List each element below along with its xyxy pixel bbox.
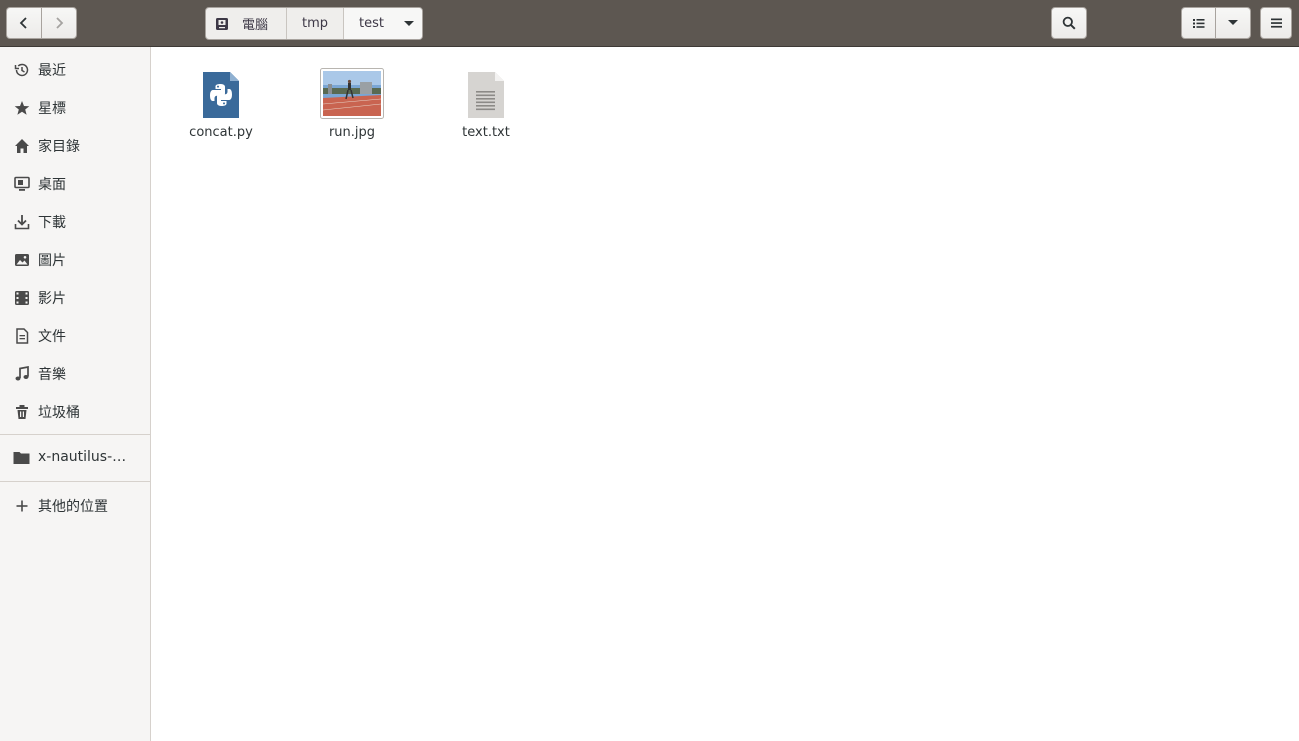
sidebar-item-label: 下載 — [38, 215, 66, 231]
documents-icon — [13, 328, 30, 345]
sidebar-item-other-locations[interactable]: 其他的位置 — [0, 487, 150, 525]
text-file-icon — [468, 72, 504, 118]
sidebar-item-label: 垃圾桶 — [38, 405, 80, 421]
sidebar-item-label: 圖片 — [38, 253, 66, 269]
caret-down-icon — [1228, 20, 1238, 25]
folder-icon — [13, 449, 30, 466]
plus-icon — [13, 498, 30, 515]
path-crumb-tmp[interactable]: tmp — [287, 8, 344, 39]
sidebar-item-music[interactable]: 音樂 — [0, 355, 150, 393]
sidebar-item-label: 桌面 — [38, 177, 66, 193]
sidebar-item-bookmark[interactable]: x-nautilus-de… — [0, 438, 150, 476]
sidebar-item-trash[interactable]: 垃圾桶 — [0, 393, 150, 431]
chevron-left-icon — [19, 17, 27, 29]
sidebar-item-label: 音樂 — [38, 367, 66, 383]
sidebar-item-home[interactable]: 家目錄 — [0, 127, 150, 165]
path-crumb-label: test — [359, 16, 384, 31]
sidebar-item-videos[interactable]: 影片 — [0, 279, 150, 317]
sidebar-item-label: x-nautilus-de… — [38, 449, 133, 465]
file-name: run.jpg — [328, 125, 376, 140]
file-view: concat.py run.jpg text.txt — [151, 47, 1299, 741]
path-crumb-computer[interactable]: 電腦 — [206, 8, 287, 39]
sidebar-item-starred[interactable]: 星標 — [0, 89, 150, 127]
sidebar-item-desktop[interactable]: 桌面 — [0, 165, 150, 203]
sidebar-item-downloads[interactable]: 下載 — [0, 203, 150, 241]
sidebar-separator — [0, 434, 150, 435]
star-icon — [13, 100, 30, 117]
sidebar-item-label: 文件 — [38, 329, 66, 345]
sidebar-item-label: 星標 — [38, 101, 66, 117]
search-icon — [1062, 16, 1076, 30]
path-bar: 電腦 tmp test — [205, 7, 423, 40]
computer-icon — [216, 17, 228, 30]
download-icon — [13, 214, 30, 231]
file-item-text-txt[interactable]: text.txt — [431, 65, 541, 140]
list-view-icon — [1192, 18, 1204, 28]
sidebar-item-label: 最近 — [38, 63, 66, 79]
file-item-run-jpg[interactable]: run.jpg — [297, 65, 407, 140]
recent-icon — [13, 62, 30, 79]
trash-icon — [13, 404, 30, 421]
forward-button[interactable] — [41, 7, 77, 39]
path-crumb-label: tmp — [301, 16, 328, 31]
desktop-icon — [13, 176, 30, 193]
python-file-icon — [203, 72, 239, 118]
sidebar-item-label: 家目錄 — [38, 139, 80, 155]
file-name: concat.py — [189, 125, 253, 140]
sidebar-item-recent[interactable]: 最近 — [0, 51, 150, 89]
menu-button[interactable] — [1260, 7, 1292, 39]
image-thumbnail — [320, 68, 384, 119]
hamburger-icon — [1270, 18, 1282, 28]
chevron-right-icon — [56, 17, 64, 29]
videos-icon — [13, 290, 30, 307]
search-button[interactable] — [1051, 7, 1087, 39]
path-crumb-label: 電腦 — [242, 18, 269, 33]
sidebar: 最近 星標 家目錄 桌面 下載 圖片 影片 文件 音樂 垃圾桶 x-nautil… — [0, 47, 151, 741]
music-icon — [13, 366, 30, 383]
sidebar-item-label: 影片 — [38, 291, 66, 307]
sidebar-item-pictures[interactable]: 圖片 — [0, 241, 150, 279]
file-item-concat-py[interactable]: concat.py — [166, 65, 276, 140]
header-bar: 電腦 tmp test — [0, 0, 1299, 47]
pictures-icon — [13, 252, 30, 269]
list-view-button[interactable] — [1181, 7, 1215, 39]
sidebar-item-label: 其他的位置 — [38, 499, 108, 515]
path-crumb-test[interactable]: test — [344, 8, 422, 39]
file-name: text.txt — [462, 125, 510, 140]
sidebar-item-documents[interactable]: 文件 — [0, 317, 150, 355]
home-icon — [13, 138, 30, 155]
view-options-button[interactable] — [1215, 7, 1251, 39]
caret-down-icon[interactable] — [403, 20, 414, 27]
back-button[interactable] — [6, 7, 41, 39]
sidebar-separator — [0, 481, 150, 482]
